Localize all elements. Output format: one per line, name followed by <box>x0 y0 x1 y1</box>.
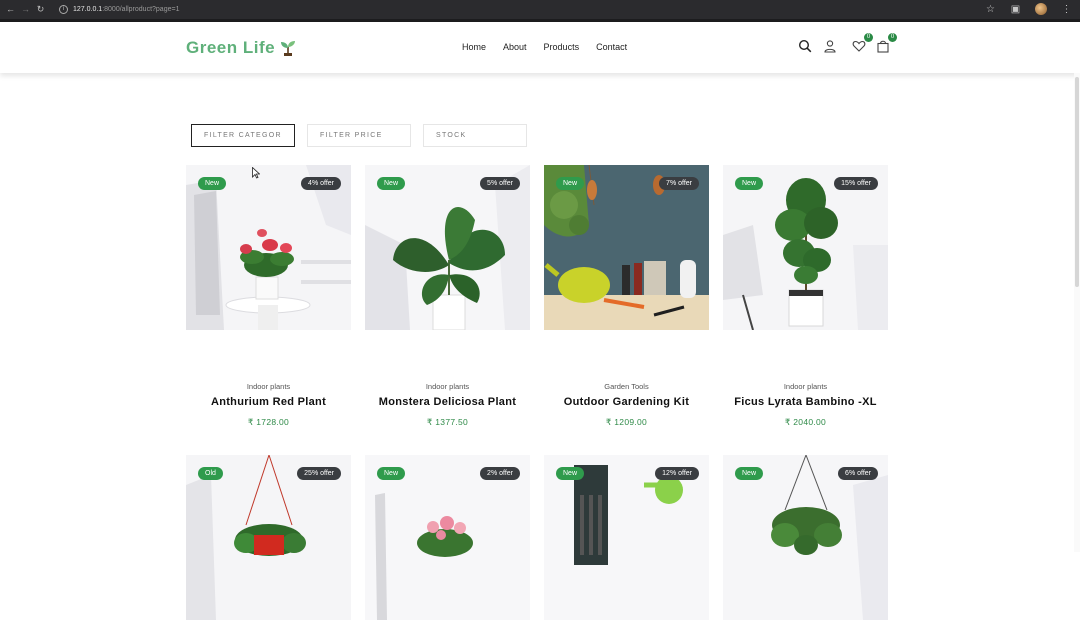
product-name[interactable]: Monstera Deliciosa Plant <box>365 396 530 408</box>
url-host: 127.0.0.1 <box>73 6 103 13</box>
product-image-ficus-lyrata[interactable]: New 15% offer <box>723 165 888 330</box>
product-image-gardening-kit[interactable]: New 7% offer <box>544 165 709 330</box>
product-card[interactable]: Old 25% offer <box>186 455 351 620</box>
browser-toolbar: ← → ↻ i 127.0.0.1:8000/allproduct?page=1… <box>0 0 1080 19</box>
forward-icon[interactable]: → <box>21 5 30 14</box>
cart-count-badge: 0 <box>888 33 897 42</box>
product-category: Indoor plants <box>246 382 291 391</box>
page-scrollbar[interactable] <box>1074 73 1080 552</box>
offer-badge: 4% offer <box>301 177 341 190</box>
product-price: ₹ 1377.50 <box>426 417 469 427</box>
bookmark-star-icon[interactable]: ☆ <box>985 4 996 15</box>
profile-avatar[interactable] <box>1035 3 1047 15</box>
product-image-hanging-plant[interactable]: Old 25% offer <box>186 455 351 620</box>
filter-stock-button[interactable]: STOCK <box>423 124 527 147</box>
badge-old: Old <box>198 467 223 480</box>
product-category: Indoor plants <box>783 382 828 391</box>
product-price: ₹ 2040.00 <box>784 417 827 427</box>
badge-new: New <box>735 177 764 190</box>
offer-badge: 25% offer <box>297 467 341 480</box>
product-card[interactable]: New 5% offer Indoor plants Monstera Deli… <box>365 165 530 430</box>
badge-new: New <box>556 177 585 190</box>
logo-text: Green Life <box>186 38 276 57</box>
wishlist-heart-icon[interactable]: 0 <box>852 33 873 53</box>
product-card[interactable]: New 15% offer Indoor plants Ficus Lyrata… <box>723 165 888 430</box>
product-card[interactable]: New 2% offer <box>365 455 530 620</box>
main-nav: Home About Products Contact <box>462 42 627 52</box>
cart-bag-icon[interactable]: 0 <box>876 33 897 53</box>
nav-products[interactable]: Products <box>544 42 580 52</box>
nav-contact[interactable]: Contact <box>596 42 627 52</box>
site-info-icon[interactable]: i <box>59 5 68 14</box>
product-category: Indoor plants <box>425 382 470 391</box>
offer-badge: 2% offer <box>480 467 520 480</box>
product-card[interactable]: New 6% offer <box>723 455 888 620</box>
nav-about[interactable]: About <box>503 42 527 52</box>
badge-new: New <box>735 467 764 480</box>
sprout-icon <box>279 39 297 57</box>
product-card[interactable]: New 4% offer Indoor plants Anthurium Red… <box>186 165 351 430</box>
scrollbar-thumb[interactable] <box>1075 77 1079 287</box>
product-price: ₹ 1728.00 <box>247 417 290 427</box>
product-name[interactable]: Anthurium Red Plant <box>186 396 351 408</box>
product-image-tool-set[interactable]: New 12% offer <box>544 455 709 620</box>
browser-menu-icon[interactable]: ⋮ <box>1061 4 1072 15</box>
extensions-icon[interactable]: ▣ <box>1010 4 1021 15</box>
product-category: Garden Tools <box>604 382 649 391</box>
search-icon[interactable] <box>798 39 812 53</box>
badge-new: New <box>198 177 227 190</box>
filter-category-button[interactable]: FILTER CATEGOR <box>191 124 295 147</box>
product-price: ₹ 1209.00 <box>605 417 648 427</box>
site-header: Green Life Home About Products Contact 0 <box>0 22 1080 73</box>
site-logo[interactable]: Green Life <box>186 38 297 58</box>
product-image-anthurium[interactable]: New 4% offer <box>186 165 351 330</box>
back-icon[interactable]: ← <box>6 5 15 14</box>
offer-badge: 6% offer <box>838 467 878 480</box>
product-image-hanging-pothos[interactable]: New 6% offer <box>723 455 888 620</box>
product-image-monstera[interactable]: New 5% offer <box>365 165 530 330</box>
reload-icon[interactable]: ↻ <box>36 5 45 14</box>
user-icon[interactable] <box>823 39 837 53</box>
filter-bar: FILTER CATEGOR FILTER PRICE STOCK <box>191 124 527 147</box>
badge-new: New <box>556 467 585 480</box>
offer-badge: 12% offer <box>655 467 699 480</box>
product-name[interactable]: Outdoor Gardening Kit <box>544 396 709 408</box>
product-card[interactable]: New 12% offer <box>544 455 709 620</box>
offer-badge: 5% offer <box>480 177 520 190</box>
product-name[interactable]: Ficus Lyrata Bambino -XL <box>723 396 888 408</box>
filter-price-button[interactable]: FILTER PRICE <box>307 124 411 147</box>
badge-new: New <box>377 177 406 190</box>
offer-badge: 7% offer <box>659 177 699 190</box>
url-path: :8000/allproduct?page=1 <box>102 6 180 13</box>
nav-home[interactable]: Home <box>462 42 486 52</box>
offer-badge: 15% offer <box>834 177 878 190</box>
mouse-cursor-icon <box>252 167 260 179</box>
product-image-flower-plant[interactable]: New 2% offer <box>365 455 530 620</box>
product-card[interactable]: New 7% offer Garden Tools Outdoor Garden… <box>544 165 709 430</box>
address-bar[interactable]: i 127.0.0.1:8000/allproduct?page=1 <box>59 5 179 14</box>
wishlist-count-badge: 0 <box>864 33 873 42</box>
header-icons: 0 0 <box>798 33 897 53</box>
badge-new: New <box>377 467 406 480</box>
